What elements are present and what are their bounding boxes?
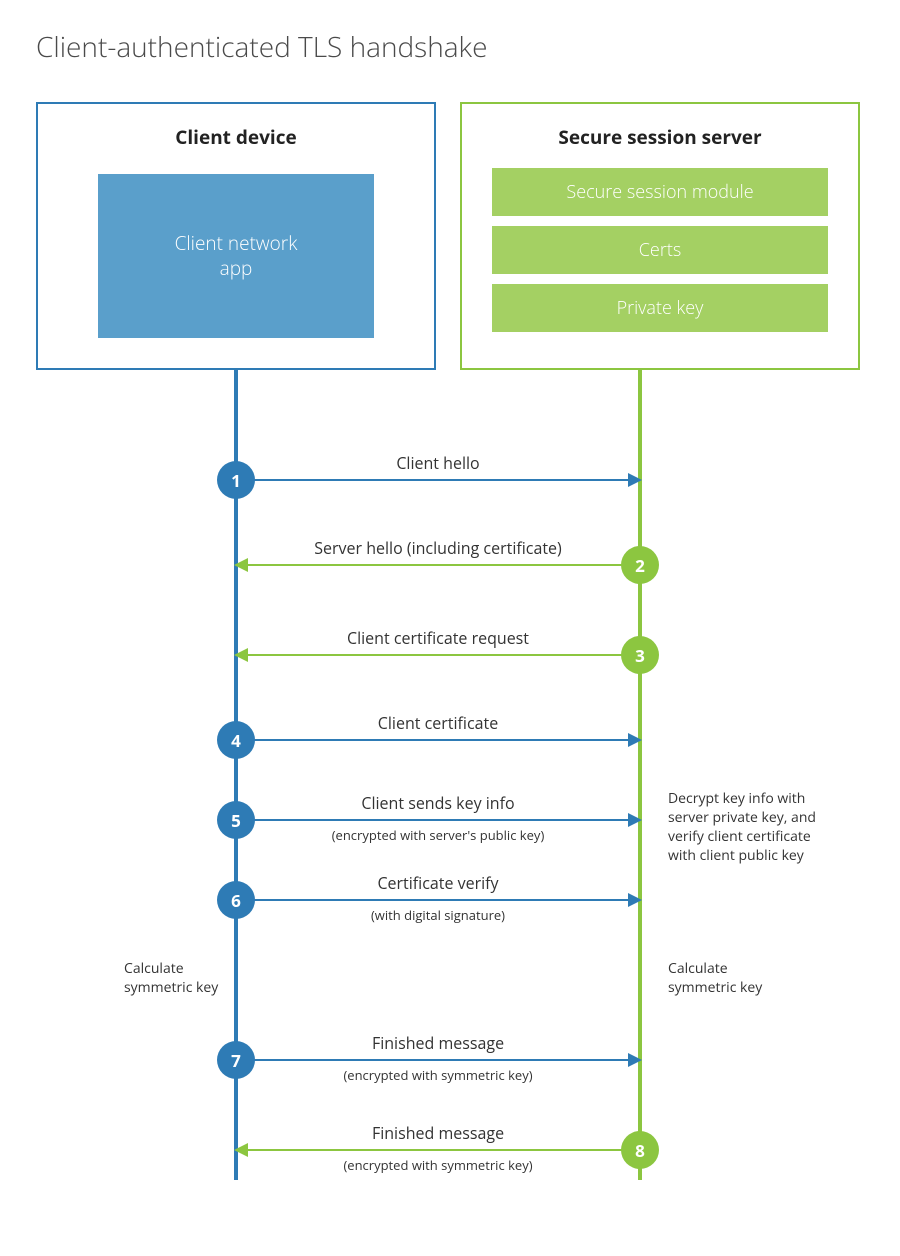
step-label: Client certificate request (236, 627, 640, 649)
arrow-right-icon (628, 813, 642, 827)
step-label: Certificate verify (236, 872, 640, 894)
step-label: Finished message (236, 1032, 640, 1054)
arrow-line (254, 899, 640, 901)
arrow-line (236, 564, 622, 566)
arrow-left-icon (234, 648, 248, 662)
arrow-right-icon (628, 893, 642, 907)
diagram-title: Client-authenticated TLS handshake (36, 28, 488, 66)
step-label: Finished message (236, 1122, 640, 1144)
note-server-decrypt: Decrypt key info withserver private key,… (668, 790, 868, 866)
arrow-line (254, 479, 640, 481)
arrow-left-icon (234, 1143, 248, 1157)
step-label: Client hello (236, 452, 640, 474)
client-device-box: Client device Client networkapp (36, 102, 436, 370)
server-inner-stack: Secure session module Certs Private key (492, 168, 828, 332)
step-sublabel: (encrypted with server's public key) (236, 826, 640, 844)
step-sublabel: (encrypted with symmetric key) (236, 1156, 640, 1174)
arrow-right-icon (628, 473, 642, 487)
server-module-chip: Secure session module (492, 168, 828, 216)
step-sublabel: (with digital signature) (236, 906, 640, 924)
server-box-title: Secure session server (462, 124, 858, 150)
arrow-right-icon (628, 733, 642, 747)
client-network-app: Client networkapp (98, 174, 374, 338)
arrow-line (254, 1059, 640, 1061)
server-private-key-chip: Private key (492, 284, 828, 332)
step-label: Client certificate (236, 712, 640, 734)
note-server-calc: Calculatesymmetric key (668, 960, 762, 998)
secure-session-server-box: Secure session server Secure session mod… (460, 102, 860, 370)
arrow-line (254, 739, 640, 741)
client-box-title: Client device (38, 124, 434, 150)
server-certs-chip: Certs (492, 226, 828, 274)
step-label: Server hello (including certificate) (236, 537, 640, 559)
arrow-line (254, 819, 640, 821)
arrow-left-icon (234, 558, 248, 572)
step-label: Client sends key info (236, 792, 640, 814)
arrow-right-icon (628, 1053, 642, 1067)
step-sublabel: (encrypted with symmetric key) (236, 1066, 640, 1084)
arrow-line (236, 654, 622, 656)
note-client-calc: Calculatesymmetric key (124, 960, 218, 998)
arrow-line (236, 1149, 622, 1151)
